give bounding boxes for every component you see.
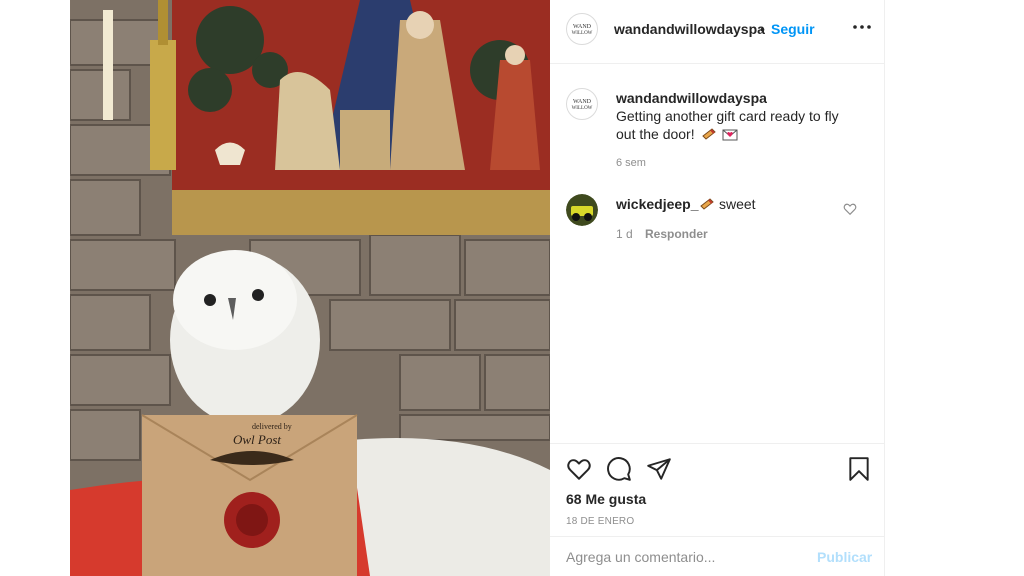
post-photo[interactable]: delivered by Owl Post bbox=[70, 0, 550, 576]
save-button[interactable] bbox=[846, 456, 872, 482]
comment-timestamp[interactable]: 1 d bbox=[616, 227, 633, 241]
publish-button[interactable]: Publicar bbox=[817, 549, 872, 565]
commenter-avatar[interactable] bbox=[566, 194, 598, 226]
jeep-avatar-icon bbox=[566, 194, 598, 226]
envelope-line2: Owl Post bbox=[233, 432, 282, 447]
comment-body: sweet bbox=[699, 196, 756, 215]
bookmark-icon bbox=[849, 457, 869, 481]
comment-bubble-icon bbox=[607, 457, 631, 481]
scroll-emoji-icon bbox=[699, 196, 715, 215]
author-username[interactable]: wandandwillowdayspa bbox=[614, 21, 765, 37]
envelope-line1: delivered by bbox=[252, 422, 292, 431]
more-dots-icon bbox=[853, 25, 871, 29]
scroll-emoji-icon bbox=[701, 126, 717, 146]
comment-button[interactable] bbox=[606, 456, 632, 482]
post-details-panel: WAND WILLOW wandandwillowdayspa • Seguir… bbox=[550, 0, 885, 576]
more-options-button[interactable] bbox=[850, 15, 874, 39]
heart-icon bbox=[567, 459, 591, 480]
svg-text:WILLOW: WILLOW bbox=[572, 106, 593, 111]
wand-willow-logo-icon: WAND WILLOW bbox=[568, 90, 596, 118]
caption-timestamp[interactable]: 6 sem bbox=[616, 157, 646, 169]
share-button[interactable] bbox=[646, 456, 672, 482]
add-comment-form: Publicar bbox=[550, 536, 885, 576]
svg-text:WAND: WAND bbox=[573, 99, 592, 105]
commenter-username[interactable]: wickedjeep_ bbox=[616, 196, 699, 212]
right-gutter bbox=[885, 0, 1024, 576]
paper-plane-icon bbox=[647, 458, 671, 480]
heart-outline-icon bbox=[843, 203, 857, 216]
caption-username[interactable]: wandandwillowdayspa bbox=[616, 90, 767, 106]
caption-text-block: Getting another gift card ready to fly o… bbox=[616, 107, 861, 146]
comment-like-button[interactable] bbox=[843, 202, 857, 216]
reply-button[interactable]: Responder bbox=[645, 227, 708, 241]
post-date[interactable]: 18 DE ENERO bbox=[566, 516, 634, 527]
separator-dot: • bbox=[760, 21, 765, 37]
wand-willow-logo-icon: WAND WILLOW bbox=[568, 15, 596, 43]
like-count[interactable]: 68 Me gusta bbox=[566, 491, 646, 507]
like-button[interactable] bbox=[566, 456, 592, 482]
author-avatar[interactable]: WAND WILLOW bbox=[566, 13, 598, 45]
follow-button[interactable]: Seguir bbox=[771, 21, 815, 37]
comment-text: sweet bbox=[719, 196, 756, 212]
caption-avatar[interactable]: WAND WILLOW bbox=[566, 88, 598, 120]
comment-input[interactable] bbox=[566, 547, 806, 567]
svg-text:WAND: WAND bbox=[573, 24, 592, 30]
post-photo-art bbox=[70, 0, 550, 576]
post-actions: 68 Me gusta 18 DE ENERO bbox=[550, 443, 885, 536]
left-gutter bbox=[0, 0, 70, 576]
post-header: WAND WILLOW wandandwillowdayspa • Seguir bbox=[550, 0, 885, 64]
svg-text:WILLOW: WILLOW bbox=[572, 31, 593, 36]
envelope-heart-emoji-icon bbox=[722, 126, 738, 146]
